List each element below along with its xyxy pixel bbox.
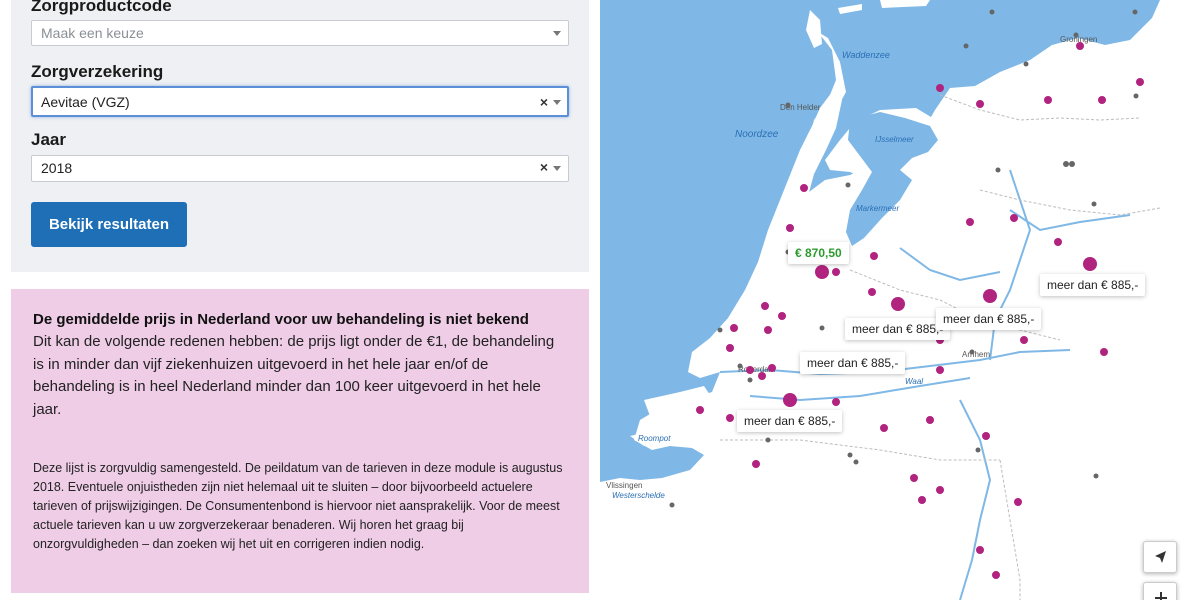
price-label[interactable]: meer dan € 885,-	[936, 308, 1042, 330]
zorgverzekering-label: Zorgverzekering	[31, 62, 164, 81]
jaar-label: Jaar	[31, 130, 66, 149]
zorgproductcode-placeholder: Maak een keuze	[41, 25, 144, 41]
arnhem-label: Arnhem	[962, 350, 990, 359]
chevron-down-icon[interactable]	[553, 100, 561, 105]
price-label[interactable]: meer dan € 885,-	[1040, 274, 1146, 296]
zorgverzekering-value: Aevitae (VGZ)	[41, 94, 130, 110]
plus-icon	[1155, 592, 1167, 600]
bekijk-resultaten-button[interactable]: Bekijk resultaten	[31, 202, 187, 247]
info-disclaimer: Deze lijst is zorgvuldig samengesteld. D…	[33, 461, 563, 551]
clear-icon[interactable]: ×	[540, 159, 548, 175]
zoom-in-button[interactable]	[1143, 582, 1177, 600]
info-notice-box: De gemiddelde prijs in Nederland voor uw…	[11, 289, 589, 593]
jaar-value: 2018	[41, 160, 73, 176]
vlissingen-label: Vlissingen	[606, 481, 642, 490]
info-body: Dit kan de volgende redenen hebben: de p…	[33, 333, 555, 418]
zorgproductcode-label: Zorgproductcode	[31, 0, 172, 15]
roompot-label: Roompot	[638, 434, 671, 443]
locate-button[interactable]	[1143, 541, 1177, 573]
westerschelde-label: Westerschelde	[612, 491, 665, 500]
price-label[interactable]: meer dan € 885,-	[737, 410, 843, 432]
chevron-down-icon[interactable]	[553, 166, 561, 171]
navigation-arrow-icon	[1155, 551, 1166, 563]
zorgproductcode-select[interactable]: Maak een keuze	[31, 20, 569, 46]
noordzee-label: Noordzee	[735, 129, 779, 140]
zorgverzekering-select[interactable]: Aevitae (VGZ) ×	[31, 86, 569, 117]
waddenzee-label: Waddenzee	[842, 50, 890, 60]
search-form-panel: Zorgproductcode Maak een keuze Zorgverze…	[11, 0, 589, 272]
clear-icon[interactable]: ×	[540, 94, 548, 110]
price-label-highlight[interactable]: € 870,50	[788, 242, 849, 264]
chevron-down-icon[interactable]	[553, 31, 561, 36]
price-label[interactable]: meer dan € 885,-	[800, 352, 906, 374]
markermeer-label: Markermeer	[856, 204, 899, 213]
ijsselmeer-label: IJsselmeer	[875, 135, 914, 144]
waal-label: Waal	[905, 377, 923, 386]
info-title: De gemiddelde prijs in Nederland voor uw…	[33, 311, 529, 328]
map-canvas[interactable]: Waddenzee Noordzee IJsselmeer Markermeer…	[600, 0, 1200, 600]
jaar-select[interactable]: 2018 ×	[31, 155, 569, 182]
map-view[interactable]: Waddenzee Noordzee IJsselmeer Markermeer…	[600, 0, 1200, 600]
price-label[interactable]: meer dan € 885,-	[845, 318, 951, 340]
